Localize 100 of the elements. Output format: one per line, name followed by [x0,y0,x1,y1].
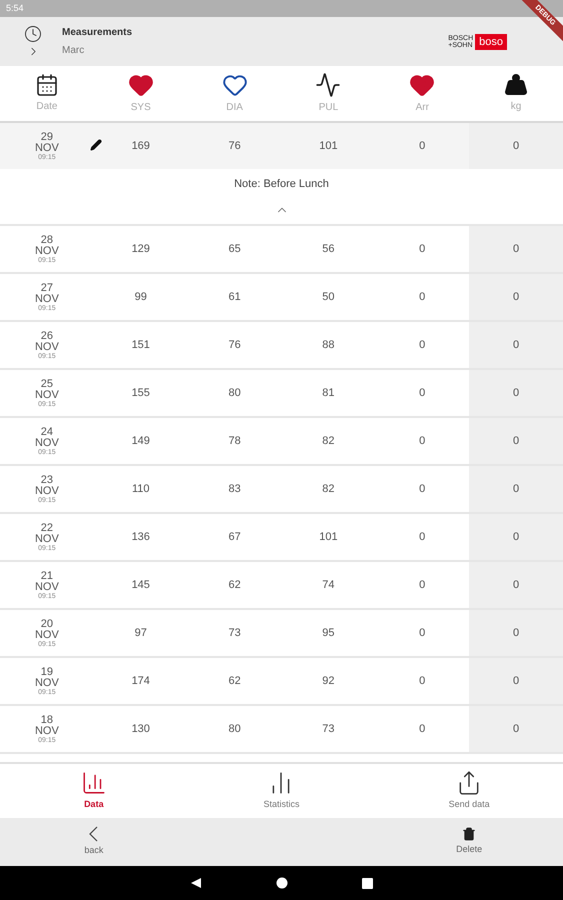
value-cell-text: 174 [132,674,150,689]
value-cell-text: 0 [419,482,426,497]
value-cell-text: 0 [419,138,426,154]
value-cell-text: 0 [513,434,520,449]
value-cell-text: 129 [132,242,150,257]
value-cell-text: 149 [132,434,150,449]
value-cell-text: 0 [419,338,426,353]
value-cell-text: 88 [322,338,335,353]
value-cell-text: 0 [513,482,520,497]
value-cell-text: 130 [132,722,150,737]
value-cell-text: 56 [322,242,335,257]
value-cell-text: 0 [513,290,520,305]
value-cell-text: 97 [134,626,147,641]
back-icon[interactable] [190,877,202,889]
date-day: 19 [40,666,54,678]
value-cell-text: 0 [513,530,520,545]
date-day: 25 [40,378,54,390]
value-cell-text: 65 [228,242,241,257]
date-month: NOV [34,342,59,352]
calendar-icon [34,73,59,97]
value-cell-text: 0 [419,626,426,641]
value-cell-text: 0 [513,722,520,737]
value-cell-text: 73 [322,722,335,737]
value-cell-text: 80 [228,386,241,401]
screen-title: Measurements [62,26,134,40]
value-cell-text: 101 [319,138,338,154]
recents-icon[interactable] [362,878,373,888]
value-cell-text: 76 [228,138,241,154]
value-cell-text: 74 [322,578,335,593]
value-cell-text: 82 [322,434,335,449]
date-month: NOV [34,582,59,592]
value-cell-text: 0 [513,674,520,689]
date-day: 20 [40,618,54,630]
value-cell-text: 78 [228,434,241,449]
user-name: Marc [62,44,86,58]
value-cell-text: 82 [322,482,335,497]
column-label: Date [36,100,58,114]
value-cell-text: 169 [132,138,150,154]
value-cell-text: 62 [228,578,241,593]
bar-chart-icon [80,770,107,796]
note-text: Note: Before Lunch [234,177,329,192]
back-button[interactable]: back [0,818,188,866]
date-day: 27 [40,282,54,294]
value-cell-text: 0 [419,722,426,737]
date-month: NOV [34,534,59,544]
brand-logo: boso [475,34,507,50]
value-cell-text: 81 [322,386,335,401]
value-cell-text: 0 [419,434,426,449]
heart-icon [128,72,154,98]
value-cell-text: 0 [419,578,426,593]
value-cell-text: 0 [513,386,520,401]
history-icon[interactable] [24,25,42,43]
date-day: 24 [40,426,54,438]
date-day: 22 [40,522,54,534]
value-cell-text: 67 [228,530,241,545]
value-cell-text: 76 [228,338,241,353]
date-day: 28 [40,234,54,246]
status-time: 5:54 [6,2,24,15]
delete-icon [462,827,476,842]
home-icon[interactable] [276,877,288,889]
edit-icon[interactable] [90,139,102,151]
value-cell-text: 0 [513,338,520,353]
value-cell-text: 0 [419,290,426,305]
date-month: NOV [34,678,59,688]
value-cell-text: 83 [228,482,241,497]
value-cell-text: 110 [132,482,150,497]
value-cell-text: 0 [513,578,520,593]
date-month: NOV [34,294,59,304]
nav-tab[interactable]: Send data [375,764,563,818]
value-cell-text: 73 [228,626,241,641]
nav-tab[interactable]: Data [0,764,188,818]
date-month: NOV [34,726,59,736]
column-label: DIA [226,101,243,115]
date-month: NOV [34,390,59,400]
date-day: 18 [40,714,54,726]
value-cell-text: 61 [228,290,241,305]
value-cell-text: 145 [132,578,150,593]
value-cell-text: 92 [322,674,335,689]
column-label: PUL [318,101,338,115]
value-cell-text: 80 [228,722,241,737]
date-day: 23 [40,474,54,486]
delete-button[interactable]: Delete [375,818,563,866]
value-cell-text: 0 [513,242,520,257]
value-cell-text: 50 [322,290,335,305]
date-month: NOV [34,438,59,448]
nav-tab[interactable]: Statistics [188,764,376,818]
date-day: 29 [40,132,54,142]
date-month: NOV [34,630,59,640]
column-label: kg [510,100,522,114]
back-icon [89,826,98,842]
value-cell-text: 0 [513,138,520,154]
column-label: SYS [130,101,151,115]
value-cell-text: 155 [132,386,150,401]
date-month: NOV [34,142,59,154]
value-cell-text: 151 [132,338,150,353]
value-cell-text: 95 [322,626,335,641]
value-cell-text: 0 [419,674,426,689]
weight-icon [504,73,528,97]
value-cell-text: 136 [132,530,150,545]
pulse-icon [315,72,342,98]
